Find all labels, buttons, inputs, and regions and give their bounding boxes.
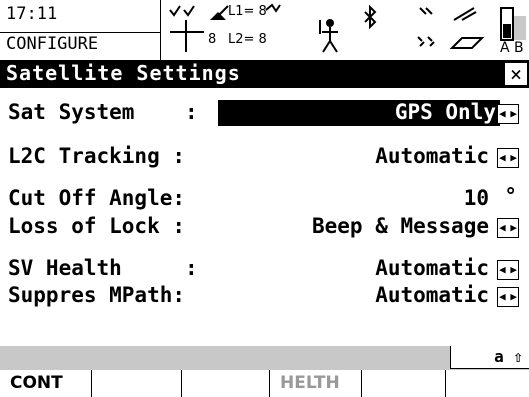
bluetooth-icon xyxy=(364,4,377,30)
degree-unit: ° xyxy=(504,184,517,208)
dialog-title-bar: Satellite Settings × xyxy=(0,60,529,88)
input-mode-indicator: a ⇧ xyxy=(450,346,529,369)
left-right-arrows-icon[interactable]: ◀ ▶ xyxy=(497,104,519,124)
position-status-icon xyxy=(169,5,204,52)
time-display: 17:11 xyxy=(6,4,58,24)
field-label: Loss of Lock : xyxy=(8,214,186,238)
rover-person-icon xyxy=(319,19,338,53)
field-sat-system[interactable]: Sat System : GPS Only ◀ ▶ xyxy=(0,100,529,128)
softkey-f5[interactable] xyxy=(362,370,446,397)
field-value: 10 xyxy=(463,186,489,210)
softkey-f2[interactable] xyxy=(92,370,182,397)
softkey-f6[interactable] xyxy=(446,370,529,397)
field-value: Automatic xyxy=(375,256,489,280)
close-icon[interactable]: × xyxy=(505,63,527,85)
signal-icon xyxy=(265,3,281,13)
selected-field-highlight[interactable]: GPS Only xyxy=(218,100,500,126)
field-value: GPS Only xyxy=(394,100,496,124)
left-right-arrows-icon[interactable]: ◀ ▶ xyxy=(497,148,519,168)
battery-slot-labels: A B xyxy=(500,40,524,56)
left-right-arrows-icon[interactable]: ◀ ▶ xyxy=(497,287,519,307)
page-title: Satellite Settings xyxy=(6,61,241,85)
modem-icon xyxy=(417,36,435,47)
antenna-icon xyxy=(453,7,477,21)
satellite-count: 8 xyxy=(208,32,217,47)
field-label: L2C Tracking : xyxy=(8,144,186,168)
field-label: Cut Off Angle: xyxy=(8,186,186,210)
input-mode-text: a ⇧ xyxy=(494,347,523,366)
l2-satellites: L2= 8 xyxy=(228,32,267,47)
status-divider xyxy=(0,32,160,33)
left-right-arrows-icon[interactable]: ◀ ▶ xyxy=(497,260,519,280)
field-sv-health[interactable]: SV Health : Automatic ◀ ▶ xyxy=(0,256,529,284)
status-bar: 17:11 CONFIGURE L1= 8 L2= 8 8 A B xyxy=(0,0,529,60)
softkey-f4-health[interactable]: HELTH xyxy=(270,370,362,397)
field-label: SV Health : xyxy=(8,256,198,280)
softkey-bar: CONT HELTH xyxy=(0,370,529,397)
softkey-f1-cont[interactable]: CONT xyxy=(0,370,92,397)
field-suppres-mpath[interactable]: Suppres MPath: Automatic ◀ ▶ xyxy=(0,283,529,311)
field-label: Suppres MPath: xyxy=(8,283,186,307)
field-cut-off-angle[interactable]: Cut Off Angle: 10 ° xyxy=(0,184,529,214)
field-value: Automatic xyxy=(375,283,489,307)
field-loss-of-lock[interactable]: Loss of Lock : Beep & Message ◀ ▶ xyxy=(0,214,529,242)
field-l2c-tracking[interactable]: L2C Tracking : Automatic ◀ ▶ xyxy=(0,144,529,172)
field-value: Beep & Message xyxy=(311,214,489,238)
field-value: Automatic xyxy=(375,144,489,168)
status-vertical-divider xyxy=(160,0,161,60)
left-right-arrows-icon[interactable]: ◀ ▶ xyxy=(497,218,519,238)
radio-link-icon xyxy=(419,7,433,15)
mode-label: CONFIGURE xyxy=(6,34,99,54)
softkey-f3[interactable] xyxy=(182,370,270,397)
memory-card-icon xyxy=(449,37,485,49)
l1-satellites: L1= 8 xyxy=(228,4,267,19)
field-label: Sat System : xyxy=(8,100,198,124)
